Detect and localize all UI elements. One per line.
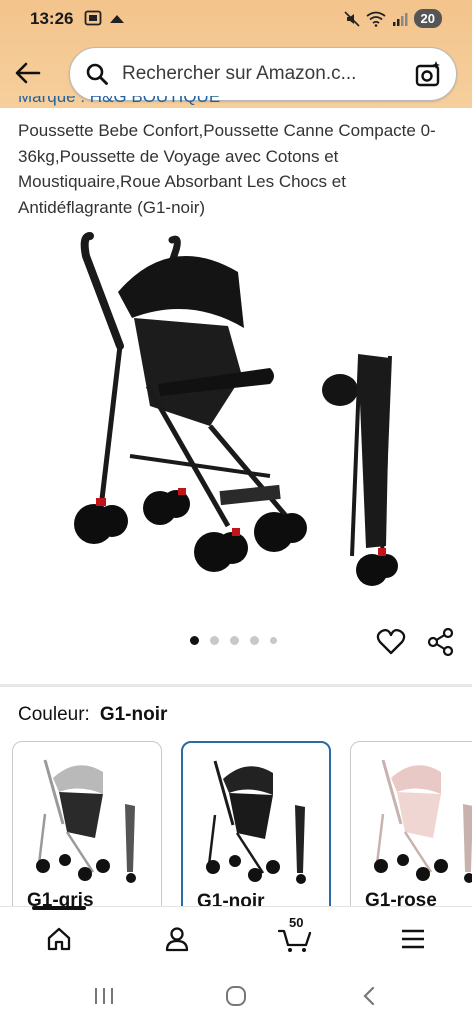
status-right-icons: 20 [343, 9, 442, 28]
color-option-rose[interactable]: G1-rose [350, 741, 472, 921]
section-divider [0, 684, 472, 687]
app-header: 13:26 20 Rechercher sur Amazon.c... [0, 0, 472, 108]
nav-home[interactable] [39, 921, 79, 957]
back-button[interactable] [12, 57, 44, 89]
search-icon [86, 63, 108, 85]
home-icon [47, 927, 71, 951]
nav-menu[interactable] [393, 921, 433, 957]
chevron-left-icon [363, 986, 375, 1006]
color-selected-value: G1-noir [99, 704, 168, 725]
swatch-image-gris [36, 759, 136, 883]
cloud-icon [110, 15, 124, 23]
carousel-dot-3[interactable] [230, 636, 239, 645]
wifi-icon [365, 11, 386, 27]
account-icon [165, 927, 189, 952]
stroller-folded-illustration [322, 354, 398, 586]
brand-link[interactable]: Marque : H&G BOUTIQUE [18, 96, 220, 108]
status-time: 13:26 [30, 9, 74, 28]
product-image[interactable] [60, 226, 420, 596]
swatch-image-rose [374, 759, 472, 883]
image-carousel-dots[interactable] [190, 636, 277, 645]
signal-icon [392, 12, 408, 26]
product-title: Poussette Bebe Confort,Poussette Canne C… [18, 121, 436, 217]
color-option-gris[interactable]: G1-gris [12, 741, 162, 921]
mute-icon [343, 10, 360, 27]
recent-apps-icon [95, 988, 113, 1004]
battery-badge: 20 [413, 9, 442, 28]
status-bar: 13:26 20 [0, 0, 472, 38]
nav-account[interactable] [157, 921, 197, 957]
heart-icon[interactable] [376, 627, 406, 657]
carousel-dot-2[interactable] [210, 636, 219, 645]
menu-icon [402, 929, 424, 949]
camera-search-icon[interactable] [414, 60, 442, 88]
carousel-dot-5[interactable] [270, 637, 277, 644]
cart-count-badge: 50 [289, 915, 304, 930]
arrow-left-icon [15, 62, 41, 84]
home-system-button[interactable] [221, 983, 251, 1009]
bottom-navigation: 50 [0, 906, 472, 968]
recent-apps-button[interactable] [89, 983, 119, 1009]
carousel-dot-1[interactable] [190, 636, 199, 645]
status-left-icons [84, 10, 126, 26]
carousel-dot-4[interactable] [250, 636, 259, 645]
nav-cart[interactable]: 50 [275, 915, 315, 957]
color-option-noir[interactable]: G1-noir [181, 741, 331, 921]
swatch-image-noir [206, 760, 306, 884]
search-bar[interactable]: Rechercher sur Amazon.c... [69, 47, 457, 101]
color-label: Couleur: [18, 704, 90, 725]
home-circle-icon [226, 986, 246, 1006]
stroller-open-illustration [74, 232, 307, 572]
active-nav-indicator [32, 906, 86, 910]
search-input[interactable]: Rechercher sur Amazon.c... [122, 63, 356, 85]
system-navigation-bar [0, 968, 472, 1024]
color-selector-header: Couleur: G1-noir [18, 704, 167, 726]
share-icon[interactable] [426, 627, 456, 657]
screenshot-icon [84, 10, 102, 26]
back-system-button[interactable] [354, 983, 384, 1009]
